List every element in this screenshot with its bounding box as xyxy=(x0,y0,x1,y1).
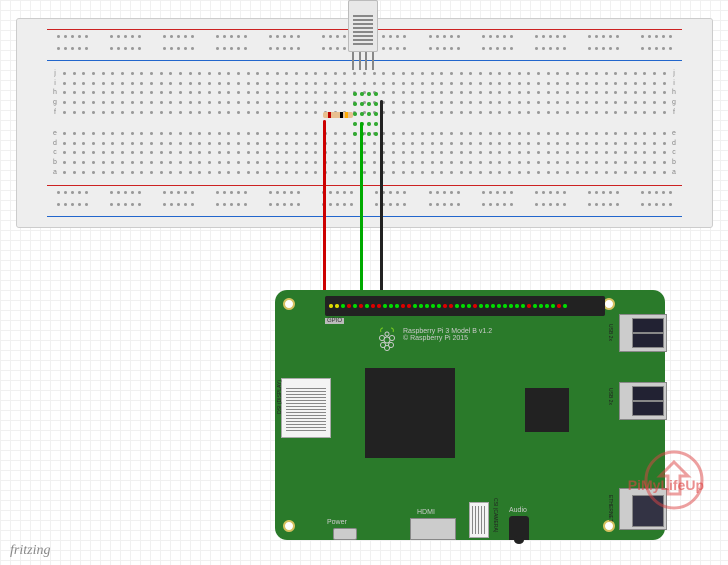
usb-label-1: USB 2x xyxy=(607,324,613,341)
gpio-label: GPIO xyxy=(325,318,344,324)
usb-port-1 xyxy=(619,314,667,352)
app-name: fritzing xyxy=(10,543,50,559)
hdmi-port xyxy=(410,518,456,540)
micro-usb-power xyxy=(333,528,357,540)
resistor-band xyxy=(340,112,343,118)
usb-label-2: USB 2x xyxy=(607,388,613,405)
mounting-hole xyxy=(283,298,295,310)
wire-vcc xyxy=(323,120,326,298)
raspberry-pi: const colors=['y','y','g','r','g','r','g… xyxy=(275,290,665,540)
pullup-resistor xyxy=(323,112,353,118)
dsi-connector xyxy=(281,378,331,438)
breadboard-main: const tr=['j','i','h','g','f'];const br=… xyxy=(47,69,682,177)
power-rail-bottom: for(let g=0;g<12;g++){document.write('<d… xyxy=(47,183,682,219)
dht22-pin-vcc xyxy=(352,52,354,70)
ram-chip xyxy=(525,388,569,432)
ethernet-label: ETHERNET xyxy=(607,495,613,522)
dht22-pin-data xyxy=(359,52,361,70)
gpio-header: const colors=['y','y','g','r','g','r','g… xyxy=(325,296,605,316)
usb-port-2 xyxy=(619,382,667,420)
dsi-label: DSI (DISPLAY) xyxy=(277,380,283,414)
audio-jack xyxy=(509,516,529,540)
wire-data xyxy=(360,122,363,314)
wire-gnd xyxy=(380,100,383,306)
audio-label: Audio xyxy=(509,507,527,514)
pi-model-text: Raspberry Pi 3 Model B v1.2 © Raspberry … xyxy=(403,328,492,342)
soc-chip xyxy=(365,368,455,458)
raspberry-pi-logo-icon xyxy=(375,326,399,359)
dht22-pin-nc xyxy=(365,52,367,70)
csi-label: CSI (CAMERA) xyxy=(492,498,498,532)
dht22-pin-gnd xyxy=(372,52,374,70)
dht22-sensor xyxy=(348,0,378,70)
watermark-text: PiMyLifeUp xyxy=(628,477,704,493)
hdmi-label: HDMI xyxy=(417,509,435,516)
dht22-body xyxy=(348,0,378,52)
power-label: Power xyxy=(327,519,347,526)
csi-connector xyxy=(469,502,489,538)
mounting-hole xyxy=(283,520,295,532)
